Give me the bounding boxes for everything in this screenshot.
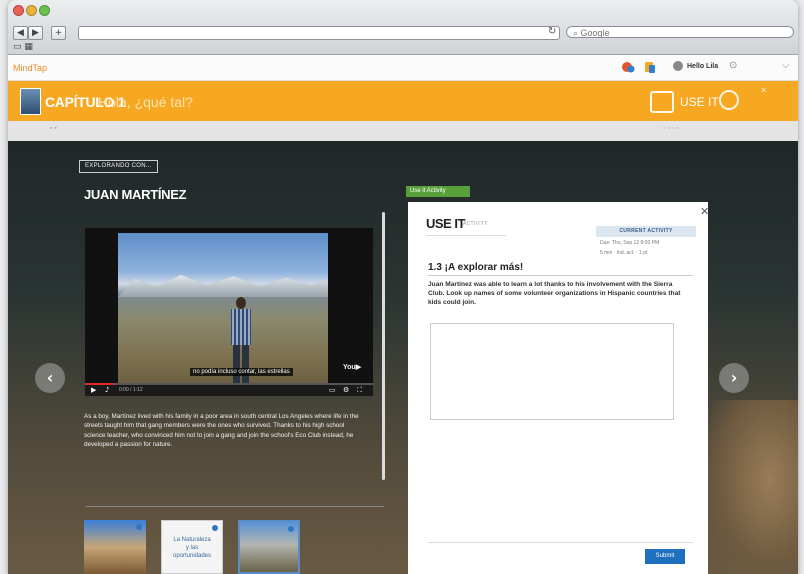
youtube-logo[interactable]: You▶ [343, 363, 361, 371]
maximize-window-button[interactable] [39, 5, 50, 16]
settings-icon[interactable]: ⚙ [343, 386, 349, 394]
close-window-button[interactable] [13, 5, 24, 16]
forward-button[interactable]: ▶ [28, 26, 43, 40]
search-placeholder: Google [580, 28, 610, 38]
thumbnail-2[interactable]: La Naturaleza y las oportunidades [161, 520, 223, 574]
next-arrow-button[interactable]: › [719, 363, 749, 393]
bookmarks-icon[interactable]: ▭ ▦ [13, 42, 33, 52]
browser-search-input[interactable]: ⌕ Google [566, 26, 794, 38]
panel-title-underline [426, 235, 506, 236]
thumbnail-label: La Naturaleza [173, 537, 211, 543]
landscape-detail [698, 400, 798, 574]
thumbnail-label: y las [185, 545, 199, 551]
close-panel-icon[interactable]: ✕ [700, 205, 709, 218]
mountain-scene [118, 274, 328, 297]
previous-arrow-button[interactable]: ‹ [35, 363, 65, 393]
panel-title: USE IT [426, 216, 465, 231]
app-header-icons [622, 62, 655, 73]
use-it-panel: ✕ USE IT ACTIVITY CURRENT ACTIVITY Due: … [408, 202, 709, 574]
captions-icon[interactable]: ▭ [329, 386, 336, 394]
video-progress-bar[interactable] [85, 383, 373, 385]
progress-circle-icon[interactable] [719, 90, 739, 110]
toolbar-row: ▪ ▪ ▫ ▫ ▫ ▫ [8, 121, 798, 142]
reload-icon[interactable]: ↻ [548, 26, 556, 37]
avatar[interactable] [673, 61, 683, 71]
close-icon[interactable]: × [761, 85, 766, 95]
video-frame[interactable]: no podía incluso contar, las estrellas [118, 233, 328, 388]
address-bar[interactable] [78, 26, 560, 40]
submit-button[interactable]: Submit [645, 549, 685, 564]
use-it-label[interactable]: USE IT [680, 95, 719, 109]
answer-textarea[interactable] [430, 323, 674, 420]
use-it-icon[interactable] [650, 91, 674, 113]
minimize-window-button[interactable] [26, 5, 37, 16]
book-cover-icon[interactable] [20, 88, 41, 115]
activity-meta: 5 min · Ind. act. · 1 pt [600, 250, 648, 256]
add-tab-button[interactable]: + [51, 26, 66, 40]
thumbnail-3[interactable] [238, 520, 300, 574]
fullscreen-icon[interactable]: ⛶ [357, 386, 362, 395]
browser-window: ◀ ▶ + ↻ ⌕ Google ▭ ▦ MindTap Hello Lila … [8, 0, 798, 574]
activity-title: 1.3 ¡A explorar más! [428, 262, 524, 273]
back-button[interactable]: ◀ [13, 26, 28, 40]
panel-subtitle: ACTIVITY [463, 221, 488, 227]
video-caption: no podía incluso contar, las estrellas [190, 368, 293, 376]
content-scrollbar[interactable] [382, 212, 385, 480]
thumbnail-label: oportunidades [172, 553, 212, 559]
current-activity-badge[interactable]: CURRENT ACTIVITY [596, 226, 696, 237]
video-controls[interactable]: ▶ ♪ 0:00 / 1:12 ▭ ⚙ ⛶ [85, 383, 373, 396]
chapter-bar: CAPÍTULO 1 Hola, ¿qué tal? USE IT × [8, 81, 798, 121]
user-name[interactable]: Hello Lila [687, 63, 718, 70]
search-icon: ⌕ [573, 28, 581, 38]
person-name: JUAN MARTÍNEZ [84, 187, 187, 202]
video-time: 0:00 / 1:12 [119, 387, 143, 393]
video-progress-fill [85, 383, 114, 385]
chevron-down-icon[interactable]: ⌵ [782, 60, 790, 71]
bio-paragraph: As a boy, Martínez lived with his family… [84, 413, 359, 449]
activity-prompt: Juan Martínez was able to learn a lot th… [428, 281, 681, 306]
play-icon[interactable]: ▶ [91, 386, 96, 394]
section-tag: EXPLORANDO CON... [79, 160, 158, 173]
chapter-subtitle: Hola, ¿qué tal? [98, 94, 193, 110]
thumbnail-dot [212, 525, 218, 531]
due-date: Due: Thu, Sep 12 8:00 PM [600, 240, 660, 246]
thumbnail-dot [288, 526, 294, 532]
toolbar-right-icons[interactable]: ▫ ▫ ▫ ▫ [663, 125, 679, 132]
brand-logo[interactable]: MindTap [13, 63, 47, 73]
video-player[interactable]: no podía incluso contar, las estrellas Y… [85, 228, 373, 396]
help-icon[interactable]: ⊙ [729, 60, 737, 71]
browser-titlebar: ◀ ▶ + ↻ ⌕ Google ▭ ▦ [8, 0, 798, 55]
app-header: MindTap Hello Lila ⊙ ⌵ [8, 55, 798, 81]
volume-icon[interactable]: ♪ [105, 386, 109, 394]
thumbnail-dot [136, 524, 142, 530]
divider [428, 542, 693, 543]
divider [86, 506, 384, 507]
thumbnail-1[interactable] [84, 520, 146, 574]
toolbar-left-icon[interactable]: ▪ ▪ [50, 125, 57, 132]
divider [428, 275, 693, 276]
activity-pill[interactable]: Use it Activity [406, 186, 470, 197]
